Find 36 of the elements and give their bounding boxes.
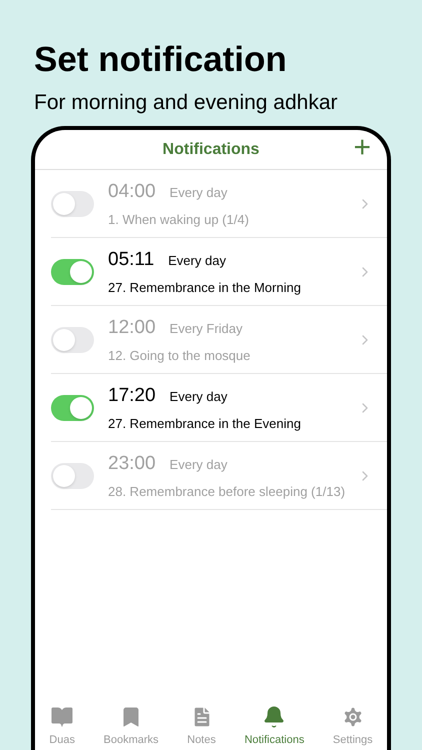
headline: Set notification [34, 40, 288, 80]
alarm-name: 27. Remembrance in the Evening [108, 415, 302, 433]
alarm-name: 1. When waking up (1/4) [108, 211, 250, 229]
nav-title: Notifications [162, 140, 260, 160]
notification-row[interactable]: 23:00 Every day 28. Remembrance before sleeping (1/13) [51, 442, 387, 510]
alarm-name: 27. Remembrance in the Morning [108, 279, 302, 297]
subheadline: For morning and evening adhkar [34, 90, 339, 116]
alarm-repeat: Every day [170, 184, 228, 202]
alarm-time: 23:00 [108, 452, 156, 476]
alarm-repeat: Every day [168, 252, 226, 270]
alarm-repeat: Every day [170, 456, 228, 474]
toggle-switch[interactable] [51, 394, 94, 420]
tab[interactable]: Settings [332, 704, 373, 748]
tab[interactable]: Duas [49, 704, 75, 748]
tab[interactable]: Bookmarks [104, 704, 159, 748]
add-button[interactable]: + [353, 130, 371, 166]
toggle-switch[interactable] [51, 258, 94, 284]
bell-icon [262, 704, 286, 728]
alarm-time: 12:00 [108, 316, 156, 340]
alarm-name: 28. Remembrance before sleeping (1/13) [108, 483, 346, 501]
alarm-name: 12. Going to the mosque [108, 347, 252, 365]
alarm-time: 17:20 [108, 384, 156, 408]
alarm-time: 04:00 [108, 180, 156, 204]
alarm-repeat: Every day [170, 388, 228, 406]
notification-row[interactable]: 05:11 Every day 27. Remembrance in the Morning [51, 238, 387, 306]
toggle-switch[interactable] [51, 190, 94, 216]
toggle-switch[interactable] [51, 462, 94, 488]
notification-row[interactable]: 04:00 Every day 1. When waking up (1/4) [51, 170, 387, 238]
tab[interactable]: Notifications [244, 704, 304, 748]
tab[interactable]: Notes [187, 704, 216, 748]
book-icon [50, 704, 74, 728]
alarm-time: 05:11 [108, 248, 154, 272]
notification-row[interactable]: 12:00 Every Friday 12. Going to the mosque [51, 306, 387, 374]
toggle-switch[interactable] [51, 326, 94, 352]
alarm-repeat: Every Friday [170, 320, 243, 338]
notification-row[interactable]: 17:20 Every day 27. Remembrance in the Evening [51, 374, 387, 442]
